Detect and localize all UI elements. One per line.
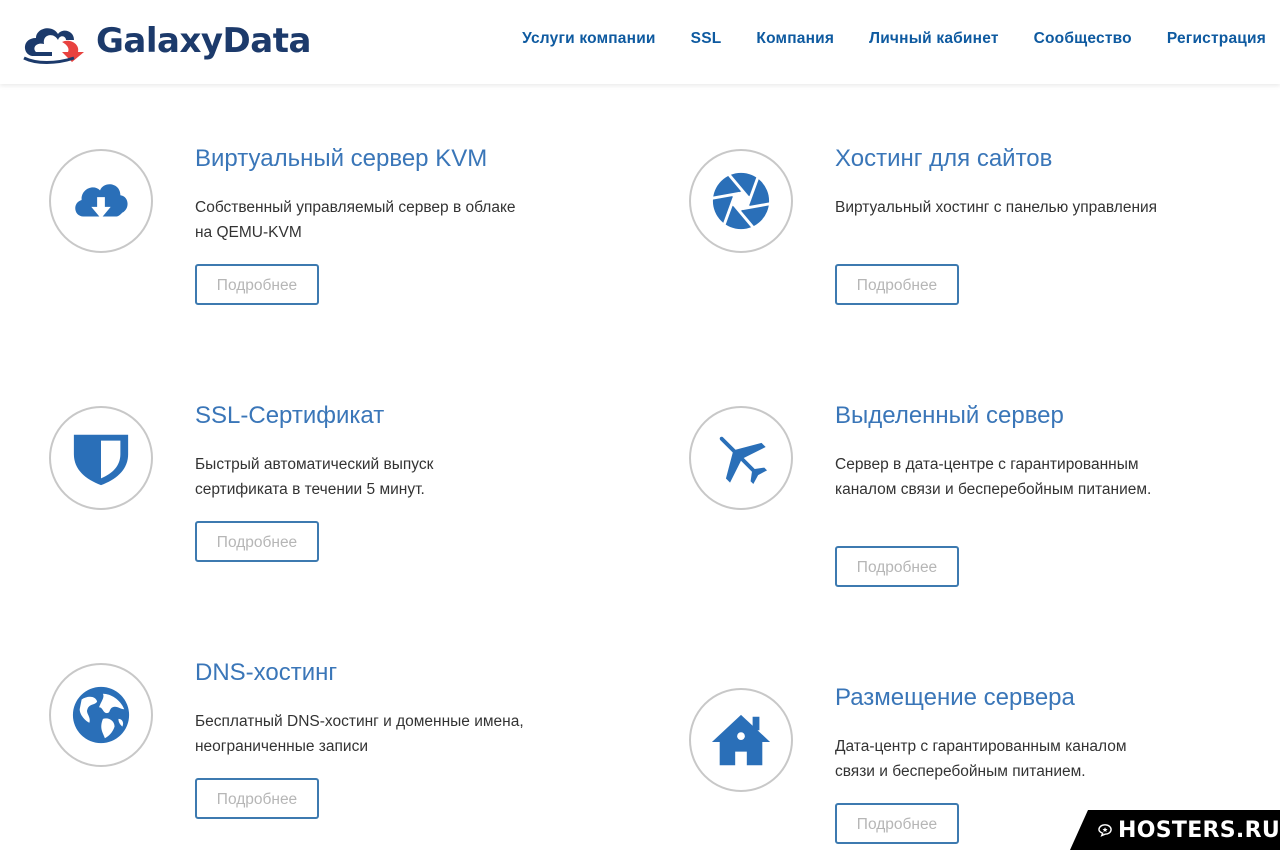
galaxy-logo-icon xyxy=(23,28,84,64)
service-title[interactable]: DNS-хостинг xyxy=(195,659,337,687)
watermark-text: HOSTERS.RU xyxy=(1118,817,1280,843)
service-title[interactable]: Хостинг для сайтов xyxy=(835,145,1052,173)
hosters-watermark: HOSTERS.RU xyxy=(1070,810,1280,850)
nav-company[interactable]: Компания xyxy=(756,30,834,48)
service-icon-circle xyxy=(689,149,793,253)
nav-register[interactable]: Регистрация xyxy=(1167,30,1266,48)
service-description: Сервер в дата-центре с гарантированным к… xyxy=(835,456,1152,498)
details-button[interactable]: Подробнее xyxy=(835,803,959,844)
service-description: Дата-центр с гарантированным каналом свя… xyxy=(835,738,1127,780)
service-icon-circle xyxy=(49,406,153,510)
service-description: Быстрый автоматический выпуск сертификат… xyxy=(195,456,434,498)
service-card-dns: DNS-хостинг Бесплатный DNS-хостинг и дом… xyxy=(49,659,609,823)
brand-name: GalaxyData xyxy=(96,21,311,61)
service-description: Бесплатный DNS-хостинг и доменные имена,… xyxy=(195,713,524,755)
site-header: GalaxyData Услуги компании SSL Компания … xyxy=(0,0,1280,84)
service-title[interactable]: Выделенный сервер xyxy=(835,402,1064,430)
service-icon-circle xyxy=(689,406,793,510)
details-button[interactable]: Подробнее xyxy=(835,546,959,587)
details-button[interactable]: Подробнее xyxy=(195,264,319,305)
service-icon-circle xyxy=(49,663,153,767)
nav-ssl[interactable]: SSL xyxy=(691,30,722,48)
service-title[interactable]: Размещение сервера xyxy=(835,684,1075,712)
service-icon-circle xyxy=(49,149,153,253)
logo[interactable]: GalaxyData xyxy=(22,18,311,64)
main-nav: Услуги компании SSL Компания Личный каби… xyxy=(487,30,1266,48)
airplane-icon xyxy=(719,436,768,485)
shield-icon xyxy=(73,434,129,486)
service-title[interactable]: Виртуальный сервер KVM xyxy=(195,145,487,173)
nav-account[interactable]: Личный кабинет xyxy=(869,30,999,48)
service-card-hosting: Хостинг для сайтов Виртуальный хостинг с… xyxy=(689,145,1249,309)
service-card-kvm: Виртуальный сервер KVM Собственный управ… xyxy=(49,145,609,309)
nav-community[interactable]: Сообщество xyxy=(1034,30,1132,48)
details-button[interactable]: Подробнее xyxy=(195,778,319,819)
aperture-icon xyxy=(710,172,772,230)
details-button[interactable]: Подробнее xyxy=(835,264,959,305)
cloud-download-icon xyxy=(75,184,128,219)
home-icon xyxy=(711,714,771,766)
service-card-ssl: SSL-Сертификат Быстрый автоматический вы… xyxy=(49,402,609,566)
service-icon-circle xyxy=(689,688,793,792)
service-description: Собственный управляемый сервер в облаке … xyxy=(195,199,516,241)
details-button[interactable]: Подробнее xyxy=(195,521,319,562)
globe-icon xyxy=(72,686,130,744)
nav-services[interactable]: Услуги компании xyxy=(522,30,656,48)
service-card-dedicated: Выделенный сервер Сервер в дата-центре с… xyxy=(689,402,1249,591)
service-description: Виртуальный хостинг с панелью управления xyxy=(835,199,1158,216)
service-title[interactable]: SSL-Сертификат xyxy=(195,402,384,430)
chat-star-icon xyxy=(1098,824,1112,837)
